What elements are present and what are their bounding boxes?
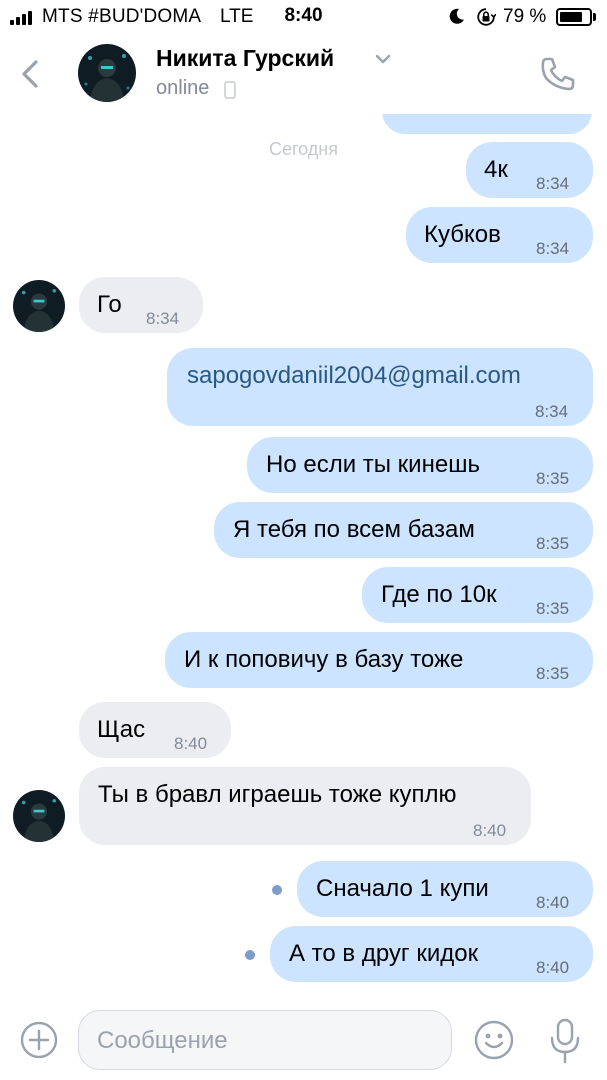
message-text: Ты в бравл играешь тоже куплю <box>98 781 457 808</box>
message-text: А то в друг кидок <box>289 940 479 967</box>
message-text: Го <box>97 291 122 318</box>
battery-icon <box>556 8 592 26</box>
message-text: Но если ты кинешь <box>266 451 480 478</box>
message-text: Щас <box>97 716 146 743</box>
message-bubble-outgoing[interactable]: Кубков 8:34 <box>406 207 593 263</box>
message-time: 8:40 <box>174 734 208 753</box>
message-bubble-outgoing[interactable]: sapogovdaniil2004@gmail.com 8:34 <box>167 348 593 426</box>
message-bubble-incoming[interactable]: Го 8:34 <box>79 277 203 333</box>
chat-header: Никита Гурский online <box>0 34 607 114</box>
message-bubble-outgoing[interactable]: И к поповичу в базу тоже 8:35 <box>165 632 593 688</box>
moon-icon <box>449 8 464 24</box>
message-bubble-outgoing[interactable]: Я тебя по всем базам 8:35 <box>214 502 593 558</box>
message-text: Кубков <box>424 221 501 248</box>
call-icon[interactable] <box>538 54 578 94</box>
message-time: 8:34 <box>146 309 180 328</box>
message-link[interactable]: sapogovdaniil2004@gmail.com <box>187 361 521 391</box>
chat-area[interactable]: Сегодня 4к 8:34 Кубков 8:34 Го 8:34 sapo… <box>0 114 607 1004</box>
microphone-icon[interactable] <box>548 1016 582 1066</box>
message-time: 8:40 <box>536 893 570 912</box>
message-text: 4к <box>484 156 508 183</box>
message-input-bar <box>0 1004 607 1080</box>
message-bubble-outgoing[interactable]: 4к 8:34 <box>466 142 593 198</box>
mobile-phone-icon <box>224 81 236 99</box>
message-bubble-incoming[interactable]: Щас 8:40 <box>79 702 231 758</box>
emoji-icon[interactable] <box>472 1018 516 1062</box>
message-time: 8:35 <box>536 469 570 488</box>
rotation-lock-icon <box>477 8 496 26</box>
message-input[interactable] <box>97 1025 427 1057</box>
message-bubble-incoming[interactable]: Ты в бравл играешь тоже куплю 8:40 <box>79 767 531 845</box>
message-bubble-outgoing[interactable]: Сначало 1 купи 8:40 <box>297 861 593 917</box>
message-text: Сначало 1 купи <box>316 875 489 902</box>
message-text: Я тебя по всем базам <box>233 516 475 543</box>
chevron-down-icon[interactable] <box>374 52 392 66</box>
message-time: 8:35 <box>536 599 570 618</box>
contact-name[interactable]: Никита Гурский <box>156 45 334 72</box>
message-time: 8:34 <box>536 239 570 258</box>
message-time: 8:34 <box>535 402 569 421</box>
message-text: И к поповичу в базу тоже <box>184 646 464 673</box>
sender-avatar[interactable] <box>13 280 65 332</box>
message-bubble-outgoing[interactable]: Но если ты кинешь 8:35 <box>247 437 593 493</box>
unread-indicator <box>245 950 255 960</box>
battery-level <box>560 12 582 22</box>
contact-avatar[interactable] <box>78 44 136 102</box>
battery-percent: 79 % <box>503 6 547 27</box>
message-time: 8:35 <box>536 534 570 553</box>
message-time: 8:40 <box>536 958 570 977</box>
plus-icon[interactable] <box>19 1020 59 1060</box>
message-bubble-outgoing[interactable]: А то в друг кидок 8:40 <box>270 926 593 982</box>
contact-status: online <box>156 77 210 99</box>
message-bubble-outgoing[interactable]: Где по 10к 8:35 <box>362 567 593 623</box>
message-time: 8:40 <box>473 821 507 840</box>
status-bar: MTS #BUD'DOMA LTE 8:40 79 % <box>0 0 607 34</box>
message-time: 8:34 <box>536 174 570 193</box>
message-text: Где по 10к <box>381 581 497 608</box>
message-time: 8:35 <box>536 664 570 683</box>
battery-tip <box>593 13 596 21</box>
sender-avatar[interactable] <box>13 790 65 842</box>
message-field[interactable] <box>78 1010 452 1070</box>
back-icon[interactable] <box>14 54 44 94</box>
unread-indicator <box>272 885 282 895</box>
message-bubble-partial[interactable] <box>382 114 592 134</box>
